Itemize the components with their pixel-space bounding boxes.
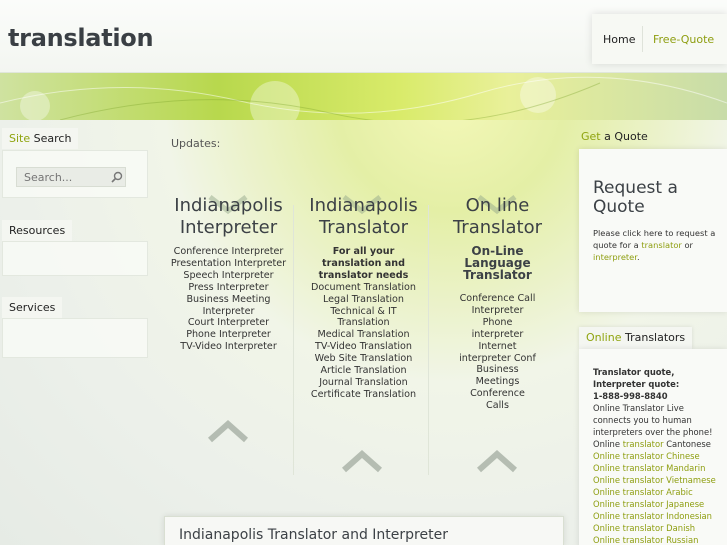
resources-label: Resources	[2, 220, 73, 241]
nav-home-link[interactable]: Home	[603, 33, 635, 46]
list-item[interactable]: Medical Translation	[296, 329, 431, 341]
list-item[interactable]: Press Interpreter	[161, 282, 296, 294]
quote-heading: Interpreter quote:	[593, 379, 680, 389]
column-divider	[293, 205, 294, 475]
online-list: Conference Call Interpreter Phone interp…	[430, 293, 565, 412]
list-item[interactable]: Business Meetings	[458, 364, 537, 388]
site-header: translation Home Free-Quote	[0, 0, 727, 73]
column-divider	[428, 205, 429, 475]
request-quote-panel: Request a Quote Please click here to req…	[579, 149, 727, 312]
request-quote-text: Please click here to request a quote for…	[593, 228, 716, 262]
header-banner	[0, 73, 727, 120]
site-logo[interactable]: translation	[8, 24, 154, 52]
quote-heading: Translator quote,	[593, 367, 675, 377]
column-subtitle: On-Line Language Translator	[463, 244, 532, 282]
search-icon[interactable]	[110, 170, 124, 184]
cantonese-line: Online translator Cantonese	[593, 439, 711, 449]
phone-number: 1-888-998-8840	[593, 391, 668, 401]
updates-label: Updates:	[171, 137, 221, 150]
list-item[interactable]: TV-Video Translation	[296, 341, 431, 353]
list-item[interactable]: Document Translation	[296, 282, 431, 294]
list-item[interactable]: Presentation Interpreter	[161, 258, 296, 270]
translator-link-vietnamese[interactable]: Online translator Vietnamese	[593, 474, 721, 486]
list-item[interactable]: Conference Interpreter	[161, 246, 296, 258]
main-nav: Home Free-Quote	[592, 14, 727, 64]
list-item[interactable]: Conference Calls	[458, 388, 537, 412]
list-item[interactable]: Speech Interpreter	[161, 270, 296, 282]
article-header: Indianapolis Translator and Interpreter	[164, 516, 564, 545]
get-quote-label: Get a Quote	[581, 130, 648, 143]
translator-link-arabic[interactable]: Online translator Arabic	[593, 486, 721, 498]
online-translators-label: Online Translators	[579, 327, 693, 349]
list-item[interactable]: Certificate Translation	[296, 389, 431, 401]
translator-link[interactable]: translator	[641, 240, 681, 250]
translator-list: For all your translation and translator …	[296, 246, 431, 401]
column-title: On line Translator	[452, 195, 543, 238]
resources-panel	[2, 241, 148, 276]
list-item[interactable]: TV-Video Interpreter	[161, 341, 296, 353]
chevron-up-icon	[342, 449, 382, 473]
translator-link-indonesian[interactable]: Online translator Indonesian	[593, 510, 721, 522]
translator-link-japanese[interactable]: Online translator Japanese	[593, 498, 721, 510]
list-item[interactable]: Court Interpreter	[161, 317, 296, 329]
site-search-label: Site Search	[2, 128, 79, 149]
nav-free-quote-link[interactable]: Free-Quote	[653, 33, 714, 46]
services-panel	[2, 318, 148, 358]
column-title: Indianapolis Translator	[309, 195, 418, 238]
list-item[interactable]: Legal Translation	[296, 294, 431, 306]
online-translator-column: On line Translator On-Line Language Tran…	[430, 195, 565, 412]
chevron-up-icon	[477, 449, 517, 473]
interpreter-column: Indianapolis Interpreter Conference Inte…	[161, 195, 296, 353]
list-item[interactable]: Technical & IT Translation	[296, 306, 431, 330]
translator-link-mandarin[interactable]: Online translator Mandarin	[593, 462, 721, 474]
services-label: Services	[2, 297, 63, 318]
chevron-up-icon	[208, 419, 248, 443]
interpreter-list: Conference Interpreter Presentation Inte…	[161, 246, 296, 353]
list-item[interactable]: Phone Interpreter	[161, 329, 296, 341]
service-description: Online Translator Live connects you to h…	[593, 403, 713, 437]
cantonese-link[interactable]: translator	[623, 439, 664, 449]
list-intro: For all your translation and translator …	[318, 246, 409, 281]
list-item[interactable]: Phone interpreter	[458, 317, 537, 341]
translator-link-russian[interactable]: Online translator Russian	[593, 534, 721, 545]
list-item[interactable]: Article Translation	[296, 365, 431, 377]
banner-swirl-graphic	[0, 76, 727, 120]
article-title: Indianapolis Translator and Interpreter	[179, 527, 448, 543]
request-quote-title: Request a Quote	[593, 178, 678, 217]
interpreter-link[interactable]: interpreter	[593, 252, 637, 262]
list-item[interactable]: Conference Call Interpreter	[458, 293, 537, 317]
list-item[interactable]: Internet interpreter Conf	[458, 341, 537, 365]
translator-column: Indianapolis Translator For all your tra…	[296, 195, 431, 401]
translator-link-danish[interactable]: Online translator Danish	[593, 522, 721, 534]
nav-divider	[642, 26, 643, 52]
list-item[interactable]: Business Meeting Interpreter	[161, 294, 296, 318]
column-title: Indianapolis Interpreter	[174, 195, 283, 238]
list-item[interactable]: Journal Translation	[296, 377, 431, 389]
online-translators-panel: Translator quote, Interpreter quote: 1-8…	[579, 349, 727, 545]
translator-link-chinese[interactable]: Online translator Chinese	[593, 450, 721, 462]
list-item[interactable]: Web Site Translation	[296, 353, 431, 365]
